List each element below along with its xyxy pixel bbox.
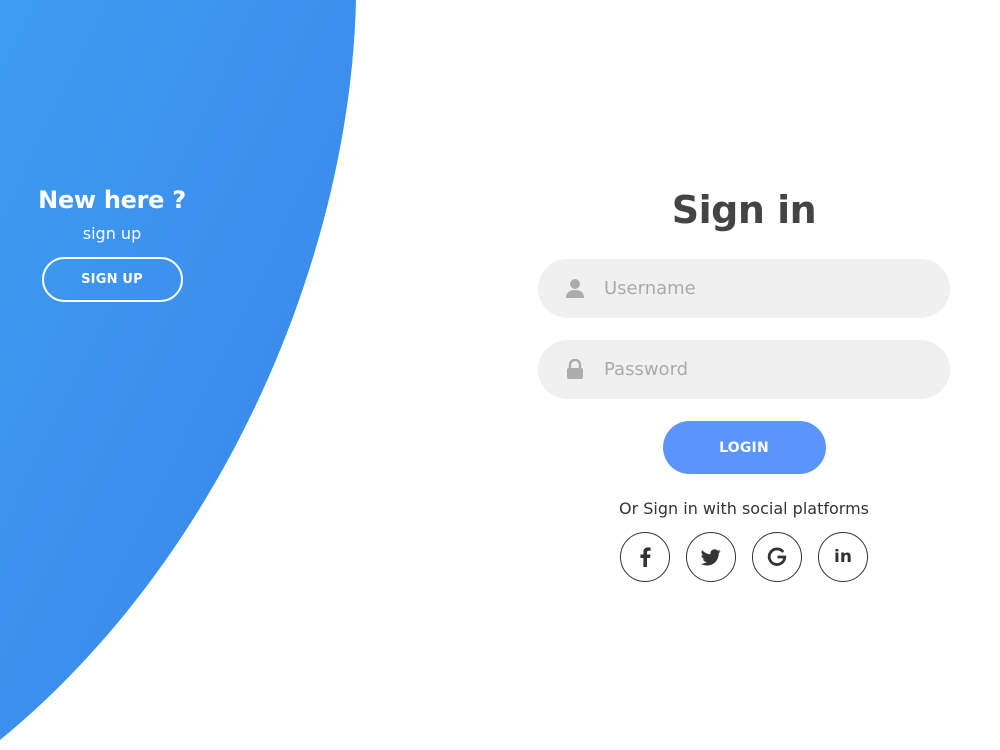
password-input[interactable] — [604, 340, 924, 399]
password-field[interactable] — [538, 340, 950, 399]
user-icon — [566, 279, 584, 298]
linkedin-button[interactable]: in — [818, 532, 868, 582]
google-button[interactable] — [752, 532, 802, 582]
login-page: New here ? sign up SIGN UP Sign in LOGIN… — [0, 0, 1000, 750]
twitter-icon — [701, 548, 721, 565]
username-input[interactable] — [604, 259, 924, 318]
facebook-icon — [640, 547, 651, 567]
login-button[interactable]: LOGIN — [662, 421, 826, 474]
facebook-button[interactable] — [620, 532, 670, 582]
twitter-button[interactable] — [686, 532, 736, 582]
social-sign-in-text: Or Sign in with social platforms — [619, 499, 869, 518]
lock-icon — [567, 359, 583, 379]
sign-up-button[interactable]: SIGN UP — [41, 257, 183, 302]
promo-subtitle: sign up — [82, 224, 142, 243]
social-buttons: in — [538, 532, 950, 582]
sign-in-form: Sign in LOGIN Or Sign in with social pla… — [538, 182, 950, 582]
signup-promo: New here ? sign up SIGN UP — [12, 186, 212, 302]
form-title: Sign in — [671, 188, 817, 232]
promo-title: New here ? — [38, 186, 186, 214]
google-icon — [767, 547, 787, 566]
linkedin-icon: in — [834, 547, 852, 567]
username-field[interactable] — [538, 259, 950, 318]
